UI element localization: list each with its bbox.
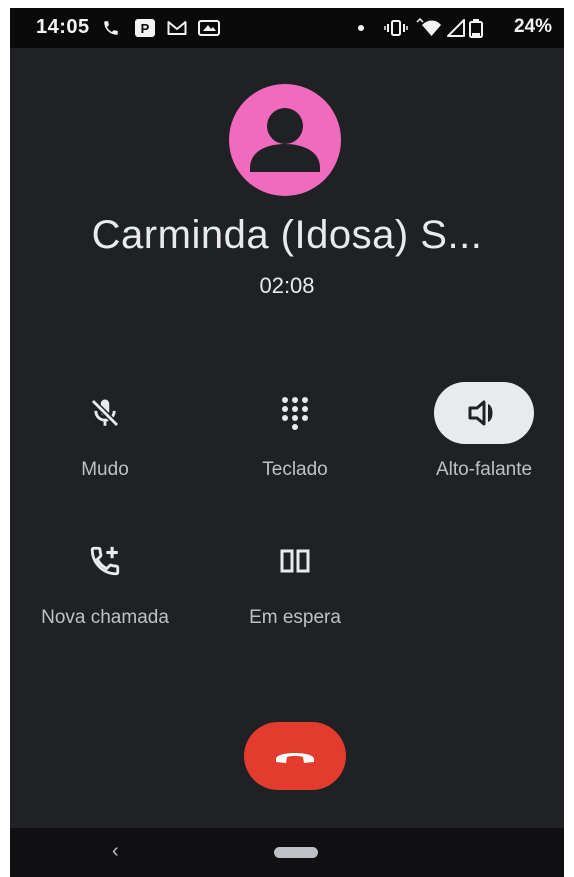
hold-label: Em espera bbox=[249, 607, 341, 628]
person-icon bbox=[250, 108, 320, 172]
add-call-control[interactable]: Nova chamada bbox=[15, 530, 195, 640]
mute-button[interactable] bbox=[55, 382, 155, 444]
vibrate-icon bbox=[384, 20, 408, 36]
back-icon[interactable]: ‹ bbox=[112, 840, 119, 863]
status-bar: 14:05 P 24% bbox=[10, 8, 564, 48]
add-call-icon bbox=[90, 546, 120, 576]
dot-icon bbox=[358, 25, 364, 31]
dialpad-icon bbox=[282, 397, 308, 430]
status-time: 14:05 bbox=[36, 16, 90, 38]
hold-control[interactable]: Em espera bbox=[205, 530, 385, 640]
keypad-button[interactable] bbox=[245, 382, 345, 444]
speaker-label: Alto-falante bbox=[435, 459, 533, 480]
mic-off-icon bbox=[90, 398, 120, 428]
signal-icon bbox=[447, 19, 465, 37]
battery-icon bbox=[469, 19, 483, 38]
cast-icon bbox=[198, 20, 220, 36]
hold-button[interactable] bbox=[245, 530, 345, 592]
call-duration: 02:08 bbox=[259, 273, 315, 298]
phone-call-icon bbox=[104, 21, 118, 35]
avatar bbox=[229, 84, 341, 196]
keypad-control[interactable]: Teclado bbox=[205, 382, 385, 492]
pause-icon bbox=[280, 549, 310, 573]
speaker-icon bbox=[468, 400, 493, 426]
svg-text:P: P bbox=[141, 21, 150, 36]
keypad-label: Teclado bbox=[262, 459, 328, 480]
home-pill-icon[interactable] bbox=[274, 847, 318, 858]
navigation-bar: ‹ bbox=[10, 828, 564, 877]
call-end-icon bbox=[276, 753, 314, 763]
caller-name: Carminda (Idosa) S... bbox=[91, 213, 483, 257]
battery-percent: 24% bbox=[513, 16, 552, 37]
speaker-control[interactable]: Alto-falante bbox=[394, 382, 564, 492]
gmail-icon bbox=[167, 21, 187, 35]
parking-app-icon: P bbox=[135, 19, 155, 37]
add-call-button[interactable] bbox=[55, 530, 155, 592]
speaker-button[interactable] bbox=[434, 382, 534, 444]
end-call-button[interactable] bbox=[244, 722, 346, 790]
mute-control[interactable]: Mudo bbox=[15, 382, 195, 492]
mute-label: Mudo bbox=[81, 459, 129, 480]
call-screen: 14:05 P 24% Carminda (Idosa) S... 02:08 … bbox=[10, 8, 564, 877]
add-call-label: Nova chamada bbox=[41, 607, 169, 628]
wifi-icon bbox=[416, 18, 441, 36]
